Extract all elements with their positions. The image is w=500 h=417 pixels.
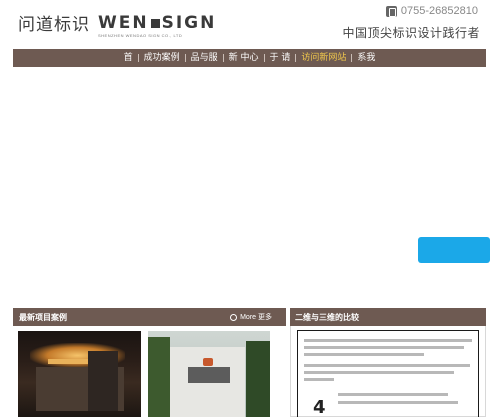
article-text-line xyxy=(304,346,464,349)
projects-section-header: 最新项目案例 More 更多 xyxy=(13,308,286,326)
nav-item-products-services[interactable]: 品与服 xyxy=(186,49,223,67)
thumbnail-tower xyxy=(88,351,118,411)
article-text-line xyxy=(338,401,458,404)
nav-item-new-site[interactable]: 访问新网站 xyxy=(296,49,351,67)
compare-section-header: 二维与三维的比较 xyxy=(290,308,486,326)
phone-icon xyxy=(385,5,397,17)
nav-item-about[interactable]: 于 请 xyxy=(265,49,296,67)
thumbnail-name-plate xyxy=(188,367,230,383)
logo-chinese-name: 问道标识 xyxy=(18,15,90,35)
projects-title: 最新项目案例 xyxy=(19,312,67,322)
logo-square-mark xyxy=(150,18,160,28)
main-nav: 首 成功案例 品与服 新 中心 于 请 访问新网站 系我 xyxy=(13,49,486,67)
compare-article-preview[interactable]: 4 xyxy=(290,326,486,417)
logo-english-left: WEN xyxy=(98,13,149,33)
thumbnail-sign xyxy=(48,359,88,364)
nav-item-contact[interactable]: 系我 xyxy=(352,49,380,67)
logo-english: WEN SIGN SHENZHEN WENDAO SIGN CO., LTD xyxy=(98,14,216,38)
thumbnail-tree-right xyxy=(246,341,270,417)
project-thumbnail-night-building[interactable] xyxy=(18,331,141,417)
floating-action-button[interactable] xyxy=(418,237,490,263)
article-text-line xyxy=(304,371,454,374)
article-text-line xyxy=(304,339,472,342)
article-text-line xyxy=(304,353,424,356)
phone-contact: 0755-26852810 xyxy=(385,5,478,17)
nav-item-cases[interactable]: 成功案例 xyxy=(139,49,185,67)
compare-title: 二维与三维的比较 xyxy=(295,312,359,322)
article-text-line xyxy=(304,378,334,381)
nav-item-home[interactable]: 首 xyxy=(119,49,138,67)
thumbnail-emblem xyxy=(203,358,213,366)
phone-number: 0755-26852810 xyxy=(400,5,478,17)
logo[interactable]: 问道标识 WEN SIGN SHENZHEN WENDAO SIGN CO., L… xyxy=(18,14,216,42)
projects-more-link[interactable]: More 更多 xyxy=(230,312,272,322)
more-label: More 更多 xyxy=(240,314,272,321)
slogan: 中国顶尖标识设计践行者 xyxy=(342,26,480,40)
more-circle-icon xyxy=(230,313,238,321)
thumbnail-tree-left xyxy=(148,337,170,417)
article-text-line xyxy=(304,364,470,367)
article-text-line xyxy=(338,393,448,396)
logo-company-subtitle: SHENZHEN WENDAO SIGN CO., LTD xyxy=(98,33,183,38)
logo-english-right: SIGN xyxy=(161,13,217,33)
compare-graphic: 4 xyxy=(313,397,326,417)
project-thumbnail-entrance-wall[interactable] xyxy=(148,331,270,417)
nav-item-news-center[interactable]: 新 中心 xyxy=(224,49,264,67)
